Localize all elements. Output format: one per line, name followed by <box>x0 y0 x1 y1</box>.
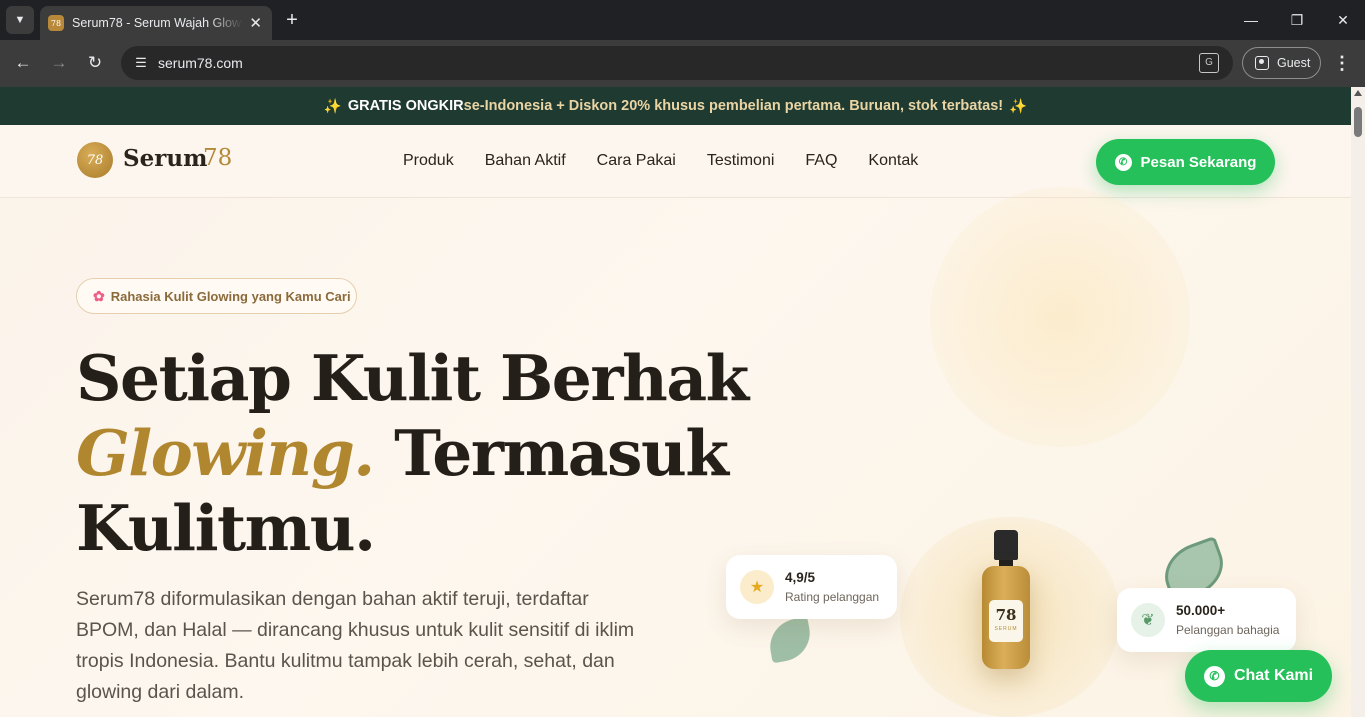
hero-badge-label: Rahasia Kulit Glowing yang Kamu Cari <box>110 288 351 304</box>
browser-menu-icon[interactable]: ⋮ <box>1332 51 1352 75</box>
nav-item-produk[interactable]: Produk <box>403 152 454 170</box>
nav-item-testimoni[interactable]: Testimoni <box>707 152 775 170</box>
main-nav: Produk Bahan Aktif Cara Pakai Testimoni … <box>403 152 949 170</box>
translate-icon[interactable]: G <box>1199 53 1219 73</box>
customers-card: ❦ 50.000+ Pelanggan bahagia <box>1117 588 1296 652</box>
scroll-up-arrow-icon[interactable] <box>1354 90 1362 96</box>
page-scrollbar[interactable] <box>1351 87 1365 717</box>
scrollbar-thumb[interactable] <box>1354 107 1362 137</box>
bottle-number: 78 <box>995 606 1017 624</box>
hero-headline: Setiap Kulit Berhak Glowing. Termasuk Ku… <box>76 341 749 566</box>
customers-value: 50.000+ <box>1176 603 1226 618</box>
address-bar[interactable]: ☰ serum78.com G <box>121 46 1233 80</box>
promo-banner: ✨ GRATIS ONGKIR se-Indonesia + Diskon 20… <box>0 87 1351 125</box>
page-viewport: ✨ GRATIS ONGKIR se-Indonesia + Diskon 20… <box>0 87 1351 717</box>
url-text[interactable]: serum78.com <box>158 55 243 71</box>
rating-label: Rating pelanggan <box>785 590 880 604</box>
back-arrow-icon[interactable]: ← <box>11 51 35 75</box>
nav-item-kontak[interactable]: Kontak <box>868 152 918 170</box>
forward-arrow-icon[interactable]: → <box>47 51 71 75</box>
whatsapp-icon: ✆ <box>1114 153 1132 171</box>
nav-item-cara-pakai[interactable]: Cara Pakai <box>597 152 676 170</box>
site-header: 78 Serum 78 Produk Bahan Aktif Cara Paka… <box>0 125 1351 198</box>
product-bottle-image: 78 SERUM <box>982 566 1030 669</box>
logo-number[interactable]: 78 <box>203 145 232 171</box>
chat-label: Chat Kami <box>1233 667 1314 684</box>
tab-title: Serum78 - Serum Wajah Glowing <box>72 16 244 30</box>
rating-value: 4,9/5 <box>785 570 816 585</box>
star-icon: ★ <box>740 570 774 604</box>
browser-tab[interactable]: 78 Serum78 - Serum Wajah Glowing ✕ <box>40 6 272 40</box>
headline-line-1: Setiap Kulit Berhak <box>76 341 749 415</box>
sparkle-icon: ✨ <box>1009 98 1028 115</box>
bottle-label: 78 SERUM <box>989 600 1023 642</box>
nav-item-bahan-aktif[interactable]: Bahan Aktif <box>485 152 566 170</box>
customers-label: Pelanggan bahagia <box>1176 623 1280 637</box>
browser-tab-bar: ▼ 78 Serum78 - Serum Wajah Glowing ✕ + —… <box>0 0 1365 40</box>
hero-description: Serum78 diformulasikan dengan bahan akti… <box>76 588 635 703</box>
bottle-brand: SERUM <box>994 626 1018 632</box>
leaf-decoration-icon <box>765 616 815 664</box>
rating-card: ★ 4,9/5 Rating pelanggan <box>726 555 897 619</box>
whatsapp-icon: ✆ <box>1203 665 1225 687</box>
order-now-label: Pesan Sekarang <box>1140 153 1257 171</box>
reload-icon[interactable]: ↻ <box>83 51 107 75</box>
nav-item-faq[interactable]: FAQ <box>805 152 837 170</box>
flower-icon: ✿ <box>93 287 105 304</box>
tab-close-icon[interactable]: ✕ <box>249 14 262 32</box>
window-close-icon[interactable]: ✕ <box>1332 8 1354 32</box>
promo-text: se-Indonesia + Diskon 20% khusus pembeli… <box>463 98 1004 114</box>
headline-accent: Glowing. <box>76 416 375 490</box>
bottle-cap <box>994 530 1018 560</box>
headline-line-3: Kulitmu. <box>76 491 376 565</box>
favicon-icon: 78 <box>48 15 64 31</box>
promo-highlight: GRATIS ONGKIR <box>347 98 464 114</box>
site-settings-icon[interactable]: ☰ <box>129 51 153 75</box>
tab-search-chevron-icon[interactable]: ▼ <box>6 6 34 34</box>
logo-name[interactable]: Serum <box>123 145 207 172</box>
profile-label: Guest <box>1277 56 1311 70</box>
sparkle-icon: ✨ <box>323 98 342 115</box>
chat-whatsapp-button[interactable]: ✆ Chat Kami <box>1185 650 1332 702</box>
leaf-icon: ❦ <box>1131 603 1165 637</box>
minimize-icon[interactable]: — <box>1240 8 1262 32</box>
new-tab-plus-icon[interactable]: + <box>282 8 302 32</box>
profile-icon <box>1255 56 1269 70</box>
hero-badge: ✿ Rahasia Kulit Glowing yang Kamu Cari <box>76 278 357 314</box>
logo-icon[interactable]: 78 <box>77 142 113 178</box>
browser-toolbar: ← → ↻ ☰ serum78.com G Guest ⋮ <box>0 40 1365 87</box>
order-now-button[interactable]: ✆ Pesan Sekarang <box>1096 139 1275 185</box>
headline-line-2: Termasuk <box>373 416 729 490</box>
decorative-glow <box>930 187 1190 447</box>
profile-button[interactable]: Guest <box>1242 47 1321 79</box>
restore-icon[interactable]: ❐ <box>1286 8 1308 32</box>
